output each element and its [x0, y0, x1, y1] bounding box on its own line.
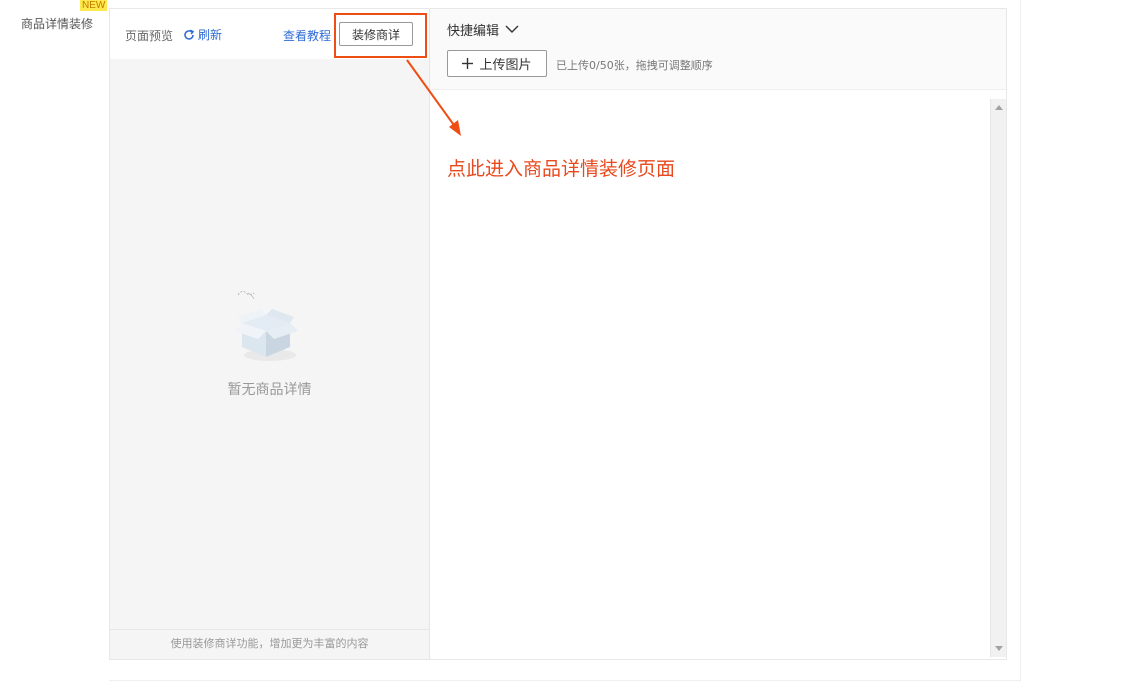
upload-count-hint: 已上传0/50张，拖拽可调整顺序 — [556, 59, 713, 72]
preview-header: 页面预览 刷新 查看教程 装修商详 — [110, 9, 429, 59]
sidebar-item-detail-decoration[interactable]: 商品详情装修 — [21, 15, 93, 32]
preview-title: 页面预览 — [125, 29, 174, 43]
right-divider — [1020, 0, 1021, 682]
page-root: 商品详情装修 NEW 页面预览 刷新 查看教程 装修商详 暂无商品详情 使用装修… — [0, 0, 1139, 682]
new-badge: NEW — [80, 0, 108, 11]
plus-icon — [462, 58, 474, 69]
chevron-down-icon — [505, 25, 519, 33]
quick-edit-panel: 快捷编辑 上传图片 已上传0/50张，拖拽可调整顺序 点此进入商品详情装修页面 — [430, 9, 1006, 659]
preview-footer-hint: 使用装修商详功能，增加更为丰富的内容 — [110, 629, 429, 659]
empty-state-text: 暂无商品详情 — [227, 382, 312, 398]
scroll-up-arrow-icon[interactable] — [995, 105, 1003, 110]
vertical-scrollbar[interactable] — [990, 99, 1006, 657]
page-preview-panel: 页面预览 刷新 查看教程 装修商详 暂无商品详情 使用装修商详功能，增加更为丰富… — [110, 9, 430, 659]
quick-edit-header: 快捷编辑 上传图片 已上传0/50张，拖拽可调整顺序 — [430, 9, 1006, 90]
empty-box-icon — [234, 291, 298, 361]
view-tutorial-link[interactable]: 查看教程 — [283, 27, 331, 44]
upload-button-label: 上传图片 — [479, 58, 532, 73]
decorate-detail-button[interactable]: 装修商详 — [339, 22, 413, 46]
quick-edit-title: 快捷编辑 — [447, 24, 500, 39]
refresh-icon — [184, 29, 195, 40]
upload-image-button[interactable]: 上传图片 — [447, 50, 547, 77]
quick-edit-toggle[interactable]: 快捷编辑 — [447, 20, 519, 39]
bottom-divider — [109, 680, 1020, 681]
refresh-label: 刷新 — [198, 28, 223, 42]
annotation-text: 点此进入商品详情装修页面 — [447, 158, 676, 180]
scroll-down-arrow-icon[interactable] — [995, 646, 1003, 651]
detail-editor: 页面预览 刷新 查看教程 装修商详 暂无商品详情 使用装修商详功能，增加更为丰富… — [109, 8, 1007, 660]
refresh-link[interactable]: 刷新 — [183, 26, 222, 43]
